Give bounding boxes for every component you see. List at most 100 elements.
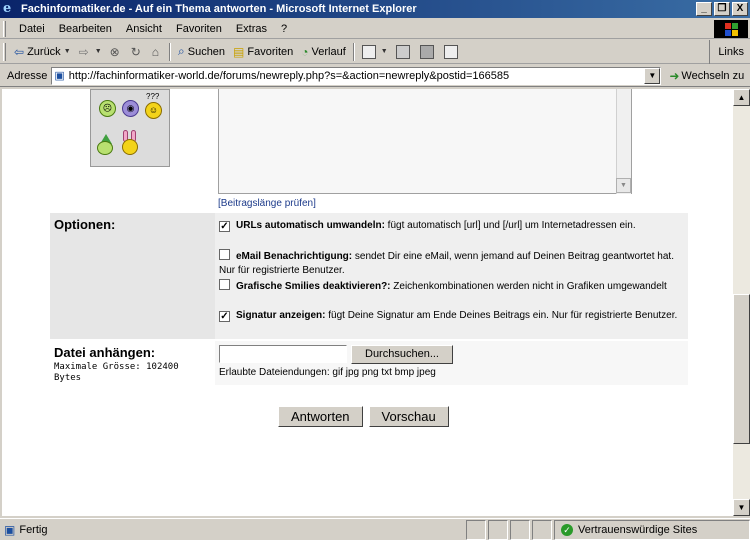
go-label: Wechseln zu — [681, 69, 745, 82]
disable-smilies-checkbox[interactable] — [219, 279, 230, 290]
forward-button[interactable]: ⇨ ▼ — [75, 41, 106, 63]
address-bar: Adresse ▣ http://fachinformatiker-world.… — [0, 65, 750, 87]
maximize-button[interactable]: ❐ — [714, 2, 730, 16]
stop-icon: ⊗ — [109, 44, 120, 59]
minimize-button[interactable]: _ — [696, 2, 712, 16]
window-controls: _ ❐ X — [696, 2, 748, 16]
menu-datei[interactable]: Datei — [12, 23, 52, 35]
address-url[interactable]: http://fachinformatiker-world.de/forums/… — [69, 70, 509, 82]
history-label: Verlauf — [311, 45, 346, 58]
address-dropdown-chevron-down-icon[interactable]: ▼ — [644, 67, 661, 84]
forward-arrow-icon: ⇨ — [78, 44, 89, 59]
smilie-confused-icon[interactable]: ☺ — [145, 102, 162, 119]
menu-help[interactable]: ? — [274, 23, 294, 35]
attachment-row: Datei anhängen: Maximale Grösse: 102400 … — [50, 341, 688, 385]
chevron-down-icon[interactable]: ▼ — [64, 48, 71, 55]
trusted-check-icon: ✓ — [561, 524, 573, 536]
stop-button[interactable]: ⊗ — [106, 41, 127, 63]
chevron-down-icon[interactable]: ▼ — [381, 48, 388, 55]
history-button[interactable]: ◔ Verlauf — [297, 41, 350, 63]
email-notify-checkbox[interactable] — [219, 249, 230, 260]
go-button[interactable]: ➜ Wechseln zu — [669, 69, 744, 83]
back-button[interactable]: ⇦ Zurück ▼ — [10, 41, 75, 63]
menu-grip[interactable] — [3, 20, 6, 37]
print-button[interactable] — [392, 41, 416, 63]
option-desc: Zeichenkombinationen werden nicht in Gra… — [390, 281, 667, 292]
search-label: Suchen — [187, 45, 226, 58]
status-pane — [532, 520, 552, 540]
status-panes: ✓ Vertrauenswürdige Sites — [464, 520, 750, 540]
windows-logo-icon — [714, 20, 748, 38]
option-desc: fügt automatisch [url] und [/url] um Int… — [384, 220, 636, 231]
allowed-extensions: Erlaubte Dateiendungen: gif jpg png txt … — [219, 367, 436, 378]
option-title: Signatur anzeigen: — [236, 310, 326, 321]
status-pane — [466, 520, 486, 540]
show-signature-checkbox[interactable]: ✓ — [219, 311, 230, 322]
zone-label: Vertrauenswürdige Sites — [578, 524, 698, 536]
scroll-up-chevron-up-icon[interactable]: ▲ — [733, 89, 750, 106]
address-field[interactable]: ▣ http://fachinformatiker-world.de/forum… — [51, 66, 662, 85]
parse-urls-checkbox[interactable]: ✓ — [219, 221, 230, 232]
page-status-icon: ▣ — [4, 522, 16, 537]
status-pane — [510, 520, 530, 540]
textarea-scroll-down-chevron-down-icon[interactable]: ▼ — [616, 178, 631, 193]
scroll-thumb[interactable] — [733, 294, 750, 444]
options-row: Optionen: ✓ URLs automatisch umwandeln: f… — [50, 213, 688, 339]
scroll-down-chevron-down-icon[interactable]: ▼ — [733, 499, 750, 516]
links-button[interactable]: Links — [709, 40, 750, 64]
mail-icon — [361, 44, 376, 59]
discuss-icon — [443, 44, 458, 59]
preview-button[interactable]: Vorschau — [368, 406, 449, 427]
discuss-button[interactable] — [440, 41, 464, 63]
browse-button[interactable]: Durchsuchen... — [351, 345, 453, 364]
smilie-bunny-icon[interactable] — [121, 130, 139, 156]
menu-ansicht[interactable]: Ansicht — [119, 23, 169, 35]
history-icon: ◔ — [301, 44, 309, 59]
message-textarea[interactable]: ▼ — [218, 89, 632, 194]
submit-reply-button[interactable]: Antworten — [278, 406, 363, 427]
attachment-cell: Durchsuchen... Erlaubte Dateiendungen: g… — [215, 341, 688, 385]
back-label: Zurück — [27, 45, 61, 58]
option-email-notify: eMail Benachrichtigung: sendet Dir eine … — [219, 249, 679, 278]
smilie-eek-icon[interactable]: ◉ — [122, 100, 139, 117]
chevron-down-icon[interactable]: ▼ — [95, 48, 102, 55]
form-buttons: Antworten Vorschau — [278, 406, 449, 427]
address-label: Adresse — [7, 69, 48, 82]
print-icon — [395, 44, 410, 59]
close-button[interactable]: X — [732, 2, 748, 16]
status-text: Fertig — [19, 523, 48, 536]
check-length-link[interactable]: [Beitragslänge prüfen] — [218, 198, 316, 209]
menu-favoriten[interactable]: Favoriten — [169, 23, 229, 35]
smilie-party-icon[interactable] — [97, 134, 115, 156]
page-icon: ▣ — [54, 70, 65, 82]
attach-max-size: Maximale Grösse: 102400 Bytes — [54, 362, 179, 383]
bunny-face — [122, 139, 138, 155]
file-path-input[interactable] — [219, 345, 347, 363]
option-title: eMail Benachrichtigung: — [236, 251, 353, 262]
favorites-button[interactable]: ▤ Favoriten — [229, 41, 297, 63]
status-pane — [488, 520, 508, 540]
favorites-folder-icon: ▤ — [233, 44, 245, 59]
home-button[interactable]: ⌂ — [148, 41, 166, 63]
option-disable-smilies: Grafische Smilies deaktivieren?: Zeichen… — [219, 279, 679, 294]
toolbar-grip[interactable] — [3, 42, 6, 61]
refresh-button[interactable]: ↻ — [127, 41, 148, 63]
mail-button[interactable]: ▼ — [358, 41, 392, 63]
options-label: Optionen: — [54, 217, 116, 232]
option-show-signature: ✓ Signatur anzeigen: fügt Deine Signatur … — [219, 309, 679, 323]
menu-extras[interactable]: Extras — [229, 23, 274, 35]
standard-toolbar: ⇦ Zurück ▼ ⇨ ▼ ⊗ ↻ ⌂ ⌕ Suchen ▤ Favorite… — [0, 40, 750, 64]
status-bar: ▣ Fertig ✓ Vertrauenswürdige Sites — [0, 518, 750, 540]
window-title: Fachinformatiker.de - Auf ein Thema antw… — [21, 3, 417, 15]
security-zone[interactable]: ✓ Vertrauenswürdige Sites — [554, 520, 750, 540]
page-scrollbar[interactable]: ▲ ▼ — [733, 89, 750, 516]
edit-icon — [419, 44, 434, 59]
search-icon: ⌕ — [178, 44, 185, 58]
option-parse-urls: ✓ URLs automatisch umwandeln: fügt automa… — [219, 219, 679, 233]
search-button[interactable]: ⌕ Suchen — [174, 41, 229, 63]
back-arrow-icon: ⇦ — [14, 44, 25, 59]
smilie-sick-icon[interactable]: ☹ — [99, 100, 116, 117]
edit-button[interactable] — [416, 41, 440, 63]
party-face — [97, 141, 113, 155]
menu-bearbeiten[interactable]: Bearbeiten — [52, 23, 119, 35]
